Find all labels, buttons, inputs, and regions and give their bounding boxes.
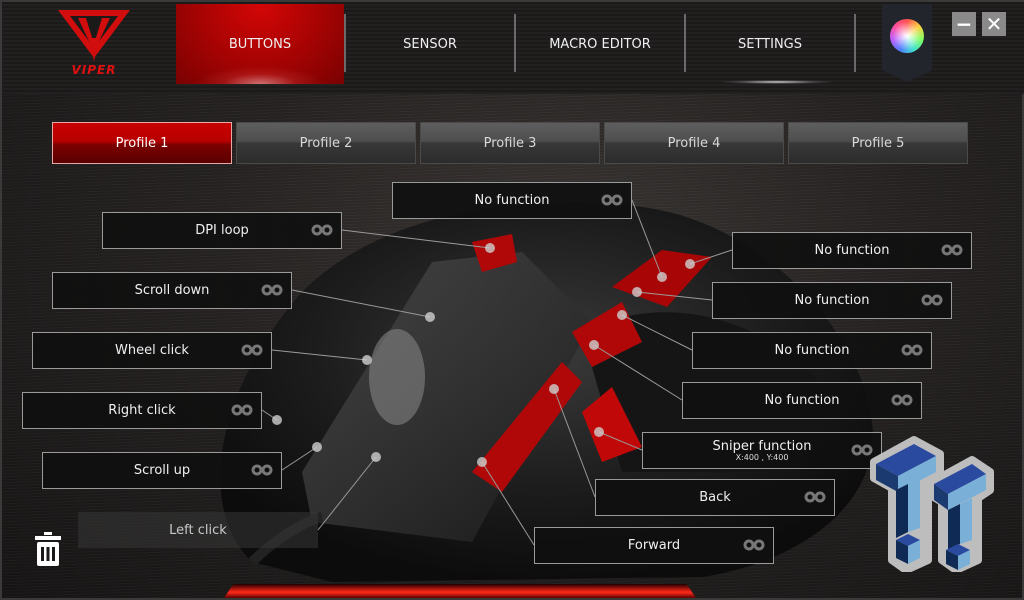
link-icon[interactable] (804, 491, 826, 503)
assign-label: Forward (627, 538, 681, 553)
link-icon[interactable] (601, 194, 623, 206)
assign-label: Scroll up (133, 463, 191, 478)
assign-back-button[interactable]: Back (595, 479, 835, 516)
assign-side-button-3[interactable]: No function (692, 332, 932, 369)
assign-scroll-up[interactable]: Scroll up (42, 452, 282, 489)
scroll-wheel (369, 329, 425, 425)
assign-sniper-button[interactable]: Sniper function X:400 , Y:400 (642, 432, 882, 469)
link-icon[interactable] (743, 539, 765, 551)
assign-side-button-1[interactable]: No function (732, 232, 972, 269)
assign-label: No function (774, 343, 850, 358)
assign-top-button[interactable]: No function (392, 182, 632, 219)
trash-icon[interactable] (34, 532, 62, 566)
assign-forward-button[interactable]: Forward (534, 527, 774, 564)
link-icon[interactable] (261, 284, 283, 296)
link-icon[interactable] (891, 394, 913, 406)
assign-label: No function (764, 393, 840, 408)
assign-left-click[interactable]: Left click (78, 512, 318, 548)
link-icon[interactable] (241, 344, 263, 356)
assign-label: DPI loop (195, 223, 249, 238)
assign-side-button-4[interactable]: No function (682, 382, 922, 419)
link-icon[interactable] (251, 464, 273, 476)
app-window: VIPER BUTTONS SENSOR MACRO EDITOR SETTIN… (0, 0, 1024, 600)
link-icon[interactable] (231, 404, 253, 416)
link-icon[interactable] (941, 244, 963, 256)
tt-logo (870, 436, 994, 572)
assign-right-click[interactable]: Right click (22, 392, 262, 429)
assign-label: No function (794, 293, 870, 308)
link-icon[interactable] (901, 344, 923, 356)
bottom-accent-bar (224, 584, 696, 598)
link-icon[interactable] (921, 294, 943, 306)
link-icon[interactable] (311, 224, 333, 236)
assign-label: Wheel click (115, 343, 189, 358)
sniper-dpi-value: X:400 , Y:400 (735, 453, 789, 462)
assign-label: Right click (108, 403, 176, 418)
assign-dpi-button[interactable]: DPI loop (102, 212, 342, 249)
assign-scroll-down[interactable]: Scroll down (52, 272, 292, 309)
assign-label: No function (814, 243, 890, 258)
assign-wheel-click[interactable]: Wheel click (32, 332, 272, 369)
assign-label: Scroll down (134, 283, 210, 298)
assign-label: Left click (169, 522, 227, 538)
assign-label: Sniper function (712, 439, 812, 454)
assign-side-button-2[interactable]: No function (712, 282, 952, 319)
assign-label: Back (699, 490, 731, 505)
assign-label: No function (474, 193, 550, 208)
